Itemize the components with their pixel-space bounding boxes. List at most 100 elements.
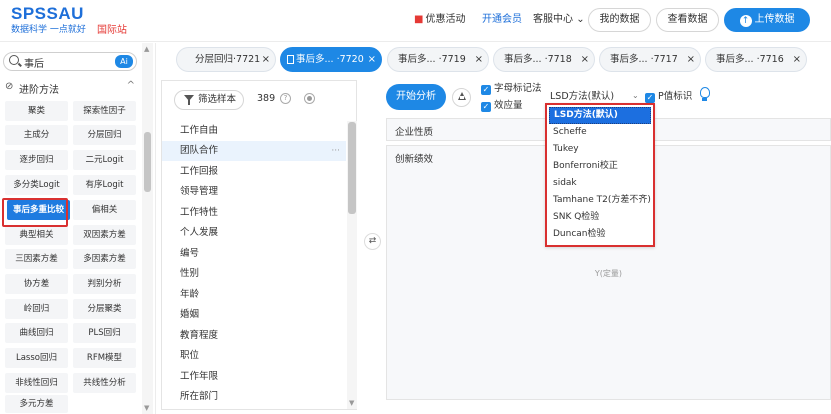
letter-mark-checkbox[interactable]: ✓ 字母标记法 <box>481 83 542 95</box>
swap-icon[interactable]: ⇄ <box>364 233 381 250</box>
dropdown-option[interactable]: Bonferroni校正 <box>549 158 651 175</box>
posthoc-method-select[interactable]: LSD方法(默认) ⌄ <box>550 91 639 103</box>
variable-item[interactable]: 工作回报 <box>162 162 346 182</box>
document-icon <box>287 55 294 64</box>
method-sidebar: 事后 Ai ⊘ 进阶方法 ^ 聚类 探索性因子 主成分 分层回归 逐步回归 二元… <box>0 43 156 414</box>
tab-7720[interactable]: 事后多... ·7720 × <box>280 47 382 72</box>
promo-link[interactable]: ■ 优惠活动 <box>414 13 465 27</box>
brand-name: SPSSAU <box>11 4 84 23</box>
variable-item[interactable]: 年龄 <box>162 285 346 305</box>
upload-data-button[interactable]: ↑ 上传数据 <box>724 8 810 32</box>
variable-item[interactable]: 编号 <box>162 244 346 264</box>
close-icon[interactable]: × <box>687 48 695 71</box>
close-icon[interactable]: × <box>793 48 801 71</box>
method-item[interactable]: 非线性回归 <box>5 373 68 393</box>
method-item[interactable]: 多元方差 <box>5 395 68 413</box>
clear-icon[interactable] <box>452 88 471 107</box>
method-item[interactable]: 二元Logit <box>73 150 136 170</box>
dropdown-option[interactable]: sidak <box>549 175 651 192</box>
method-item[interactable]: 判别分析 <box>73 274 136 294</box>
close-icon[interactable]: × <box>368 48 376 71</box>
support-center-menu[interactable]: 客服中心 ⌄ <box>533 13 585 27</box>
help-icon[interactable]: ? <box>280 93 291 104</box>
method-item[interactable]: 多分类Logit <box>5 175 68 195</box>
method-item[interactable]: 共线性分析 <box>73 373 136 393</box>
category-advanced-methods[interactable]: ⊘ 进阶方法 ^ <box>3 80 137 96</box>
ai-badge[interactable]: Ai <box>115 55 133 68</box>
dropdown-option[interactable]: SNK Q检验 <box>549 209 651 226</box>
close-icon[interactable]: × <box>262 48 270 71</box>
variable-item[interactable]: 工作特性 <box>162 203 346 223</box>
dropdown-option[interactable]: Tukey <box>549 141 651 158</box>
variable-list-scrollbar[interactable]: ▼ <box>347 121 357 409</box>
tab-7718[interactable]: 事后多... ·7718 × <box>493 47 595 72</box>
method-item[interactable]: 三因素方差 <box>5 249 68 269</box>
chevron-up-icon[interactable]: ^ <box>127 80 135 91</box>
p-value-mark-checkbox[interactable]: ✓ P值标识 <box>645 91 692 103</box>
record-icon[interactable] <box>304 93 315 104</box>
tab-7721[interactable]: 分层回归·7721 × <box>176 47 276 72</box>
close-icon[interactable]: × <box>581 48 589 71</box>
active-method-highlight <box>2 198 68 227</box>
method-select-value: LSD方法(默认) <box>550 91 615 102</box>
sidebar-scroll-thumb[interactable] <box>144 132 151 192</box>
method-item[interactable]: 聚类 <box>5 101 68 121</box>
tab-label: 事后多... ·7719 <box>398 54 466 65</box>
method-item[interactable]: 协方差 <box>5 274 68 294</box>
variable-item[interactable]: 工作年限 <box>162 367 346 387</box>
method-item[interactable]: PLS回归 <box>73 323 136 343</box>
method-item[interactable]: 有序Logit <box>73 175 136 195</box>
method-search-input[interactable]: 事后 Ai <box>3 52 137 71</box>
variable-item[interactable]: 婚姻 <box>162 305 346 325</box>
method-item[interactable]: 探索性因子 <box>73 101 136 121</box>
tab-7716[interactable]: 事后多... ·7716 × <box>705 47 807 72</box>
tab-label: 事后多... ·7717 <box>610 54 678 65</box>
close-icon[interactable]: × <box>475 48 483 71</box>
start-analysis-button[interactable]: 开始分析 <box>386 84 446 110</box>
method-item[interactable]: 逐步回归 <box>5 150 68 170</box>
tab-7719[interactable]: 事后多... ·7719 × <box>387 47 489 72</box>
scroll-up-arrow-icon[interactable]: ▲ <box>144 45 149 53</box>
variable-item[interactable]: 性别 <box>162 264 346 284</box>
method-item[interactable]: 岭回归 <box>5 299 68 319</box>
variable-item[interactable]: 所在部门 <box>162 387 346 407</box>
sidebar-scrollbar[interactable]: ▲ ▼ <box>142 43 153 414</box>
method-item[interactable]: 主成分 <box>5 125 68 145</box>
method-item[interactable]: 典型相关 <box>5 225 68 245</box>
variable-item[interactable]: 个人发展 <box>162 223 346 243</box>
variable-item[interactable]: 工作自由 <box>162 121 346 141</box>
paperclip-icon: ⊘ <box>5 81 14 92</box>
variable-item[interactable]: 职位 <box>162 346 346 366</box>
tab-7717[interactable]: 事后多... ·7717 × <box>599 47 701 72</box>
variable-scroll-thumb[interactable] <box>348 122 356 214</box>
more-icon[interactable]: ··· <box>331 141 340 161</box>
method-item[interactable]: Lasso回归 <box>5 348 68 368</box>
filter-label: 筛选样本 <box>198 94 237 105</box>
dropdown-option-selected[interactable]: LSD方法(默认) <box>549 107 651 124</box>
letter-mark-label: 字母标记法 <box>494 83 542 94</box>
scroll-down-arrow-icon[interactable]: ▼ <box>349 399 354 407</box>
dropdown-option[interactable]: Tamhane T2(方差不齐) <box>549 192 651 209</box>
method-item[interactable]: 分层回归 <box>73 125 136 145</box>
dropdown-option[interactable]: Scheffe <box>549 124 651 141</box>
my-data-button[interactable]: 我的数据 <box>588 8 651 32</box>
method-item[interactable]: RFM模型 <box>73 348 136 368</box>
effect-size-checkbox[interactable]: ✓ 效应量 <box>481 100 523 112</box>
view-data-button[interactable]: 查看数据 <box>656 8 719 32</box>
intl-site-link[interactable]: 国际站 <box>97 21 127 36</box>
lightbulb-icon[interactable] <box>700 87 710 101</box>
scroll-down-arrow-icon[interactable]: ▼ <box>144 404 149 412</box>
dropdown-option[interactable]: Duncan检验 <box>549 226 651 243</box>
variable-item[interactable]: 教育程度 <box>162 326 346 346</box>
method-item[interactable]: 偏相关 <box>73 200 136 220</box>
method-item[interactable]: 双因素方差 <box>73 225 136 245</box>
variable-item[interactable]: 领导管理 <box>162 182 346 202</box>
method-item[interactable]: 分层聚类 <box>73 299 136 319</box>
vip-link[interactable]: 开通会员 <box>482 13 522 27</box>
variable-item-highlighted[interactable]: 团队合作 ··· <box>162 141 346 161</box>
method-item[interactable]: 多因素方差 <box>73 249 136 269</box>
method-item[interactable]: 曲线回归 <box>5 323 68 343</box>
logo[interactable]: SPSSAU 数据科学 一点就好 <box>11 5 86 36</box>
filter-samples-button[interactable]: 筛选样本 <box>174 90 244 110</box>
sample-count: 389 <box>257 93 276 104</box>
